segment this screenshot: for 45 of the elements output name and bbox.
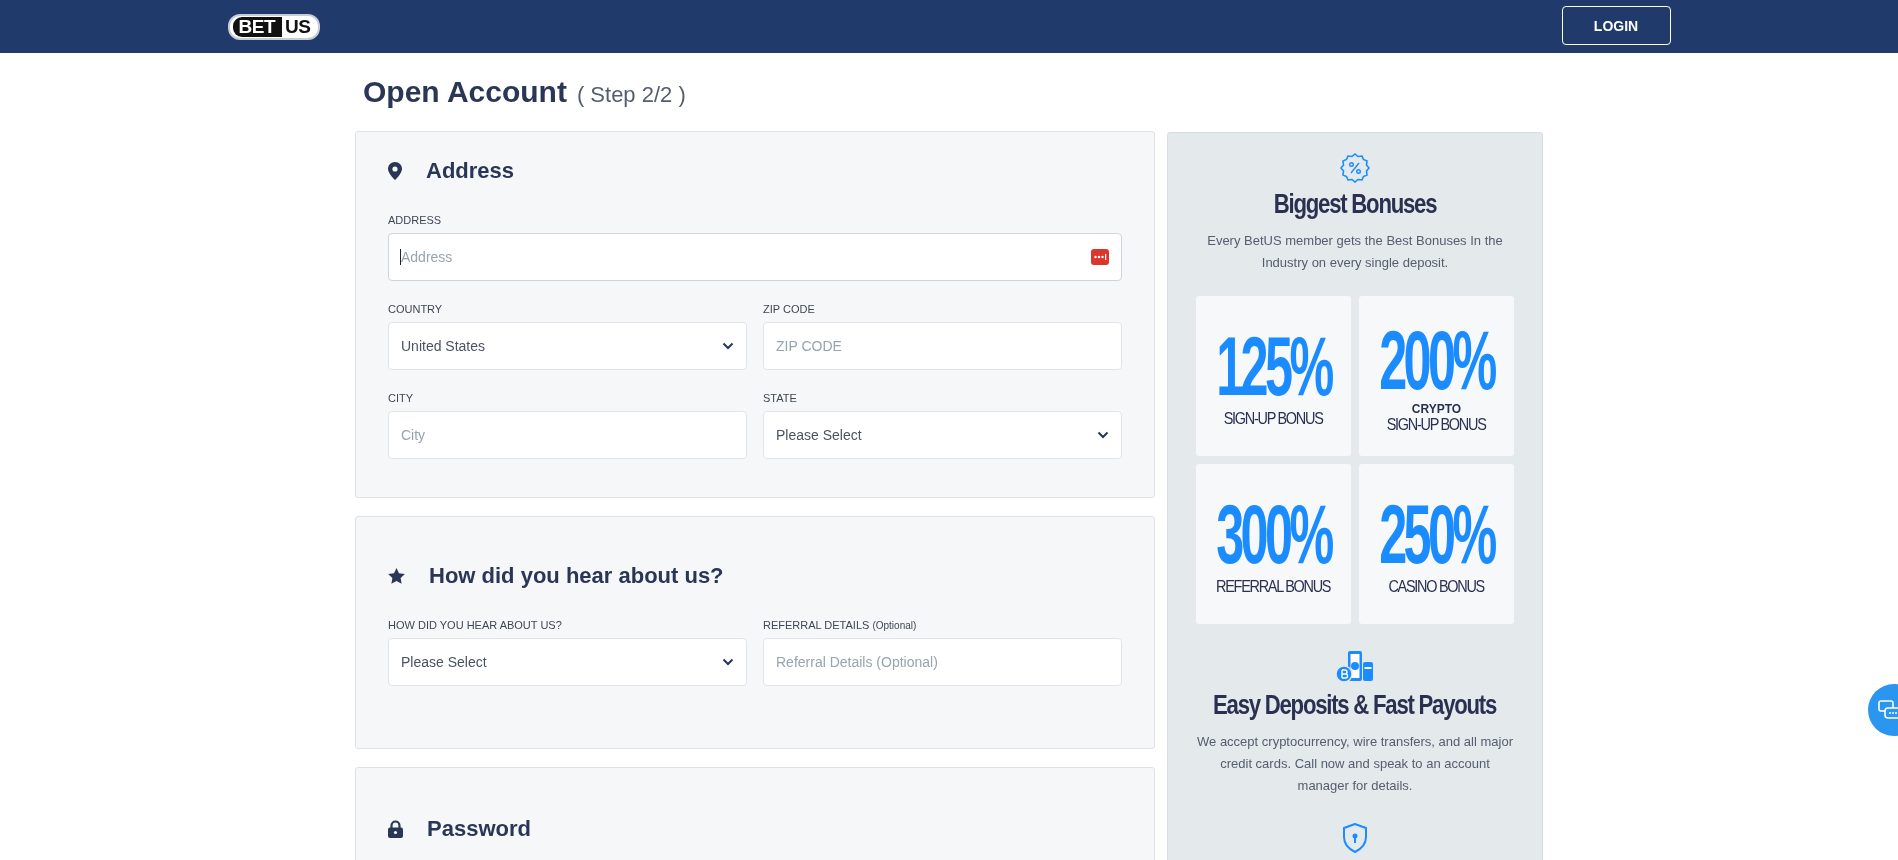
input-field[interactable]: ZIP CODE: [763, 322, 1122, 370]
percent-badge-icon: [1340, 153, 1370, 183]
bonus-percentage: 200%: [1379, 317, 1494, 403]
star-icon: [388, 568, 405, 584]
promo-heading: Easy Deposits & Fast Payouts: [1213, 690, 1497, 721]
promo-text: Every BetUS member gets the Best Bonuses In the Industry on every single deposit.: [1206, 232, 1504, 272]
bonus-tag: CRYPTO: [1411, 403, 1462, 415]
password-manager-icon[interactable]: [1091, 249, 1109, 265]
chat-bubbles-icon: [1878, 699, 1898, 721]
input-field[interactable]: Address: [388, 233, 1122, 281]
chevron-down-icon: [1097, 431, 1109, 439]
select-dropdown[interactable]: Please Select: [763, 411, 1122, 459]
step-indicator: ( Step 2/2 ): [576, 82, 686, 108]
field-label: STATE: [763, 392, 798, 404]
select-dropdown[interactable]: Please Select: [388, 638, 747, 686]
section-heading: Password: [427, 816, 531, 842]
promo-heading: Biggest Bonuses: [1273, 189, 1437, 220]
select-dropdown[interactable]: United States: [388, 322, 747, 370]
input-field[interactable]: Referral Details (Optional): [763, 638, 1122, 686]
bonus-percentage: 250%: [1379, 491, 1494, 577]
bonus-label: CASINO BONUS: [1388, 577, 1485, 597]
promo-text: We accept cryptocurrency, wire transfers, and all major credit cards. Call now and speak to an account manager for details.: [1196, 733, 1514, 795]
bonus-percentage: 125%: [1216, 323, 1331, 409]
bonus-percentage: 300%: [1216, 491, 1331, 577]
brand-logo[interactable]: BET US: [227, 13, 321, 40]
field-label: COUNTRY: [388, 303, 444, 315]
input-field[interactable]: City: [388, 411, 747, 459]
field-label: ZIP CODE: [763, 303, 816, 315]
bonus-label: SIGN-UP BONUS: [1387, 415, 1486, 435]
section-heading: How did you hear about us?: [429, 563, 724, 589]
chevron-down-icon: [722, 658, 734, 666]
login-button[interactable]: LOGIN: [1561, 6, 1671, 45]
map-pin-icon: [388, 162, 402, 180]
field-label: REFERRAL DETAILS (Optional): [763, 619, 918, 631]
field-label: HOW DID YOU HEAR ABOUT US?: [388, 619, 563, 631]
bonus-label: REFERRAL BONUS: [1216, 577, 1331, 597]
lock-icon: [388, 820, 403, 838]
field-label: CITY: [388, 392, 415, 404]
chevron-down-icon: [722, 342, 734, 350]
field-label: ADDRESS: [388, 214, 443, 226]
page-title: Open Account: [363, 75, 567, 109]
bonus-label: SIGN-UP BONUS: [1224, 409, 1323, 429]
payment-methods-icon: [1335, 650, 1375, 684]
section-heading: Address: [426, 158, 515, 184]
shield-icon: [1342, 823, 1368, 853]
